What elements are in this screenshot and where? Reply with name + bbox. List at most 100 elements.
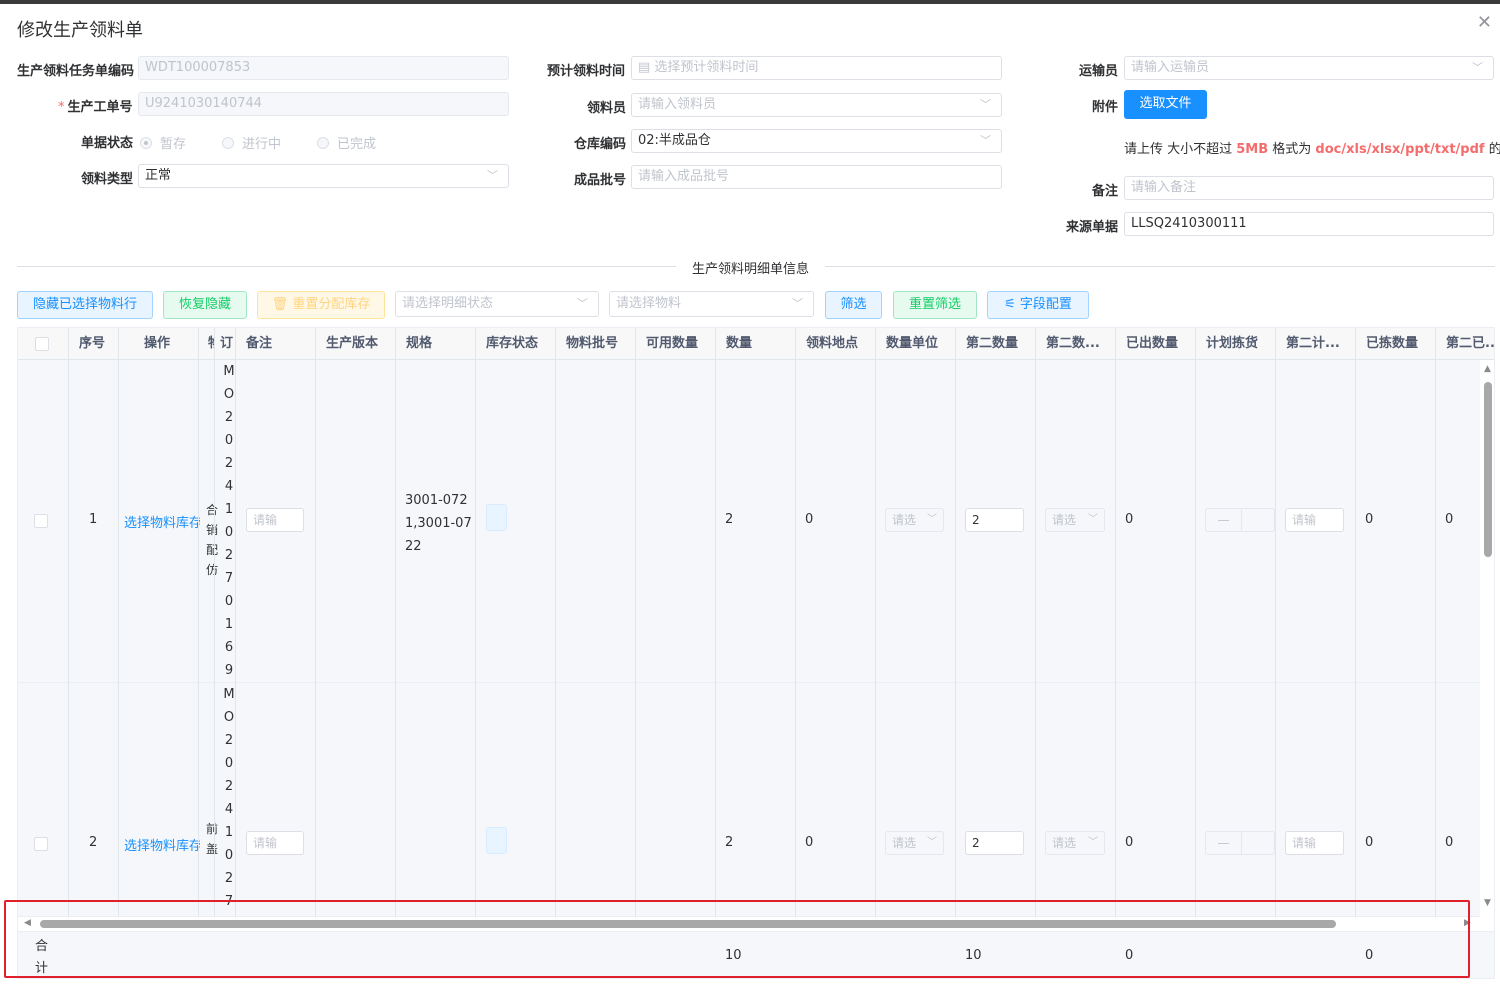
select-file-button[interactable]: 选取文件 bbox=[1124, 90, 1207, 119]
chevron-down-icon: ﹀ bbox=[927, 837, 937, 848]
col-line bbox=[1115, 328, 1116, 978]
order-char: 7 bbox=[224, 571, 234, 586]
source-doc-input[interactable]: LLSQ2410300111 bbox=[1124, 212, 1494, 236]
remark-label: 备注 bbox=[1092, 184, 1119, 199]
row-seq: 2 bbox=[89, 835, 98, 850]
scroll-right-icon[interactable]: ▶ bbox=[1464, 918, 1471, 928]
chevron-down-icon: ﹀ bbox=[927, 514, 937, 525]
second-plan-input[interactable]: 请输 bbox=[1285, 508, 1344, 532]
warehouse-select[interactable]: 02:半成品仓 ﹀ bbox=[631, 129, 1002, 153]
second-qty-input[interactable]: 2 bbox=[965, 508, 1024, 532]
col-line bbox=[635, 328, 636, 978]
detail-status-select[interactable]: 请选择明细状态 ﹀ bbox=[395, 291, 599, 317]
second-picked-cell: 0 bbox=[1445, 512, 1454, 527]
second-unit-select[interactable]: 请选 ﹀ bbox=[1045, 508, 1105, 532]
col-line bbox=[475, 328, 476, 978]
order-char: 2 bbox=[224, 548, 234, 563]
reset-filter-button[interactable]: 重置筛选 bbox=[893, 291, 977, 319]
picker-select[interactable]: 请输入领料员 ﹀ bbox=[631, 93, 1002, 117]
header-qty: 数量 bbox=[726, 336, 753, 351]
vertical-scroll-thumb[interactable] bbox=[1484, 382, 1492, 557]
material-select[interactable]: 请选择物料 ﹀ bbox=[609, 291, 814, 317]
restore-hidden-button[interactable]: 恢复隐藏 bbox=[163, 291, 247, 319]
second-qty-input[interactable]: 2 bbox=[965, 831, 1024, 855]
col-line bbox=[315, 328, 316, 978]
col-line bbox=[68, 328, 69, 978]
col-line bbox=[1195, 328, 1196, 978]
remark-cell-placeholder: 请输 bbox=[253, 513, 278, 527]
select-all-checkbox[interactable] bbox=[35, 337, 49, 351]
horizontal-scrollbar[interactable]: ◀ ▶ bbox=[18, 917, 1480, 931]
header-spec: 规格 bbox=[406, 336, 433, 351]
order-char: M bbox=[223, 687, 235, 702]
second-unit-select[interactable]: 请选 ﹀ bbox=[1045, 831, 1105, 855]
radio-dot bbox=[222, 136, 234, 149]
order-char: 2 bbox=[224, 733, 234, 748]
select-stock-link[interactable]: 选择物料库存 bbox=[124, 512, 200, 531]
order-char: 4 bbox=[224, 479, 234, 494]
pick-type-select[interactable]: 正常 ﹀ bbox=[138, 164, 509, 188]
second-plan-input[interactable]: 请输 bbox=[1285, 831, 1344, 855]
remark-cell-input[interactable]: 请输 bbox=[246, 831, 304, 855]
col-line bbox=[875, 328, 876, 978]
qty-cell: 2 bbox=[725, 835, 734, 850]
upload-hint-middle: 格式为 bbox=[1268, 142, 1316, 157]
order-char: 1 bbox=[224, 617, 234, 632]
order-char: 2 bbox=[224, 779, 234, 794]
field-config-button[interactable]: ⚟ 字段配置 bbox=[987, 291, 1089, 319]
radio-draft[interactable]: 暂存 bbox=[140, 133, 186, 152]
sliders-icon: ⚟ bbox=[1004, 297, 1020, 312]
detail-status-placeholder: 请选择明细状态 bbox=[402, 296, 494, 311]
chevron-down-icon: ﹀ bbox=[980, 134, 991, 147]
radio-in-progress[interactable]: 进行中 bbox=[222, 133, 281, 152]
order-char: O bbox=[223, 710, 235, 725]
plan-pick-minus[interactable]: — bbox=[1206, 832, 1242, 854]
work-order-label: * 生产工单号 bbox=[58, 96, 133, 115]
row-checkbox[interactable] bbox=[34, 514, 48, 528]
transporter-select[interactable]: 请输入运输员 ﹀ bbox=[1124, 56, 1494, 80]
hide-selected-button[interactable]: 隐藏已选择物料行 bbox=[17, 291, 153, 319]
summary-label: 合 计 bbox=[35, 936, 49, 978]
scroll-up-icon[interactable]: ▲ bbox=[1484, 364, 1491, 374]
horizontal-scroll-thumb[interactable] bbox=[40, 920, 1336, 928]
radio-completed[interactable]: 已完成 bbox=[317, 133, 376, 152]
col-line bbox=[214, 328, 215, 978]
chevron-down-icon: ﹀ bbox=[487, 169, 498, 182]
order-char: 2 bbox=[224, 456, 234, 471]
plan-pick-minus[interactable]: — bbox=[1206, 509, 1242, 531]
header-available: 可用数量 bbox=[646, 336, 699, 351]
field-config-label: 字段配置 bbox=[1019, 297, 1072, 312]
unit-cell-select[interactable]: 请选 ﹀ bbox=[885, 508, 944, 532]
filter-button[interactable]: 筛选 bbox=[825, 291, 882, 319]
header-stock-status: 库存状态 bbox=[486, 336, 539, 351]
section-title: 生产领料明细单信息 bbox=[676, 258, 826, 277]
select-stock-link[interactable]: 选择物料库存 bbox=[124, 835, 200, 854]
realloc-stock-button[interactable]: 🗑 重置分配库存 bbox=[257, 291, 385, 319]
scroll-down-icon[interactable]: ▼ bbox=[1484, 898, 1491, 908]
row-checkbox[interactable] bbox=[34, 837, 48, 851]
col-line bbox=[955, 328, 956, 978]
header-plan-pick: 计划拣货 bbox=[1206, 336, 1259, 351]
header-pick-loc: 领料地点 bbox=[806, 336, 859, 351]
picked-cell: 0 bbox=[1365, 512, 1374, 527]
upload-hint-prefix: 请上传 大小不超过 bbox=[1124, 142, 1237, 157]
plan-time-picker[interactable]: ▤ 选择预计领料时间 bbox=[631, 56, 1002, 80]
work-order-label-text: 生产工单号 bbox=[67, 100, 133, 115]
remark-input[interactable]: 请输入备注 bbox=[1124, 176, 1494, 200]
header-second-unit: 第二数... bbox=[1046, 336, 1100, 351]
table-row: 1 选择物料库存 合 销 配 仿 MO 2 0 2 4 1 0 2 7 0 1 6 9 请输 3001-… bbox=[18, 360, 1480, 683]
plan-pick-stepper[interactable]: — bbox=[1205, 508, 1275, 532]
row-seq: 1 bbox=[89, 512, 98, 527]
header-remark: 备注 bbox=[246, 336, 273, 351]
scroll-left-icon[interactable]: ◀ bbox=[24, 918, 31, 928]
second-plan-placeholder: 请输 bbox=[1292, 836, 1317, 850]
vertical-scrollbar[interactable]: ▲ ▼ bbox=[1480, 360, 1494, 916]
unit-cell-select[interactable]: 请选 ﹀ bbox=[885, 831, 944, 855]
col-line bbox=[198, 328, 199, 978]
plan-pick-stepper[interactable]: — bbox=[1205, 831, 1275, 855]
close-icon[interactable]: ✕ bbox=[1477, 12, 1492, 33]
summary-label-char: 合 bbox=[35, 939, 49, 954]
plan-time-label: 预计领料时间 bbox=[547, 64, 626, 79]
remark-cell-input[interactable]: 请输 bbox=[246, 508, 304, 532]
product-batch-input[interactable]: 请输入成品批号 bbox=[631, 165, 1002, 189]
